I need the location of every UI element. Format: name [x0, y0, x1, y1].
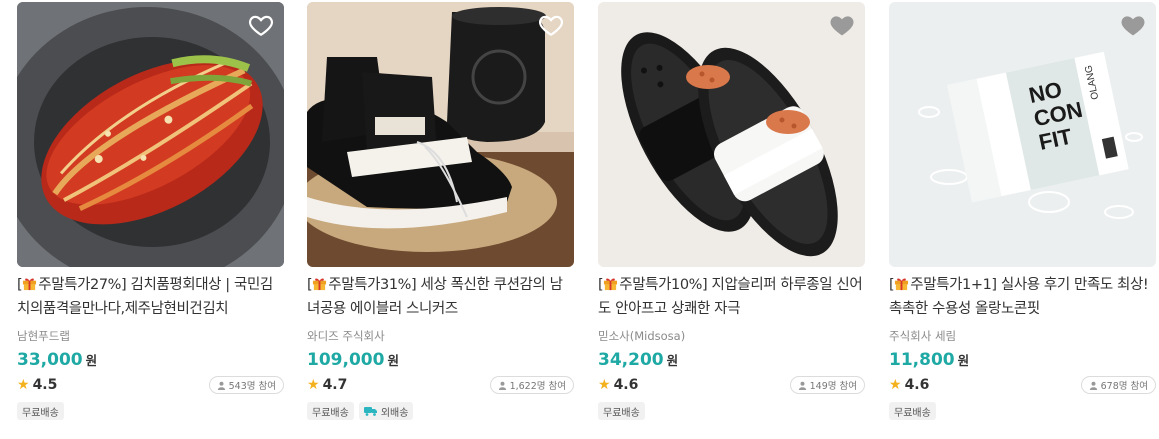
product-image[interactable]: NO CON FIT OLANG: [889, 2, 1156, 267]
product-price: 34,200 원: [598, 350, 678, 370]
product-price: 11,800 원: [889, 350, 969, 370]
star-icon: ★: [17, 377, 30, 393]
product-card[interactable]: NO CON FIT OLANG [주말특가1+1] 실사용 후기 만족도 최상…: [889, 2, 1156, 432]
price-value: 11,800: [889, 350, 955, 370]
currency-label: 원: [957, 353, 970, 368]
free-shipping-tag: 무료배송: [598, 402, 645, 420]
participants-badge: 149명 참여: [789, 376, 865, 394]
free-shipping-tag: 무료배송: [889, 402, 936, 420]
gift-icon: [604, 278, 618, 291]
product-rating: ★ 4.6: [598, 377, 638, 393]
heart-icon[interactable]: [538, 12, 564, 38]
title-badge: 주말특가31%]: [328, 277, 417, 293]
gift-icon: [23, 278, 37, 291]
tag-list: 무료배송: [889, 402, 936, 420]
participants-badge: 678명 참여: [1080, 376, 1156, 394]
gift-icon: [895, 278, 909, 291]
price-value: 33,000: [17, 350, 83, 370]
product-card[interactable]: [주말특가27%] 김치품평회대상 | 국민김치의품격을만나다,제주남현비건김치…: [17, 2, 284, 432]
currency-label: 원: [85, 353, 98, 368]
seller-name[interactable]: 믿소사(Midsosa): [598, 328, 685, 344]
product-rating: ★ 4.5: [17, 377, 57, 393]
product-title[interactable]: [주말특가1+1] 실사용 후기 만족도 최상! 촉촉한 수용성 올랑노콘핏: [889, 273, 1156, 321]
seller-name[interactable]: 주식회사 세림: [889, 328, 956, 344]
truck-icon: [363, 407, 377, 416]
tag-list: 무료배송 외배송: [307, 402, 414, 420]
tag-list: 무료배송: [17, 402, 64, 420]
participants-badge: 543명 참여: [208, 376, 284, 394]
kimchi-image: [17, 2, 284, 267]
person-icon: [798, 381, 806, 390]
currency-label: 원: [387, 353, 399, 368]
star-icon: ★: [889, 377, 902, 393]
person-icon: [498, 381, 506, 390]
tag-list: 무료배송: [598, 402, 645, 420]
product-image[interactable]: [598, 2, 865, 267]
product-title[interactable]: [주말특가27%] 김치품평회대상 | 국민김치의품격을만나다,제주남현비건김치: [17, 273, 284, 321]
product-rating: ★ 4.7: [307, 377, 347, 393]
free-shipping-tag: 무료배송: [307, 402, 354, 420]
title-badge: 주말특가27%]: [38, 277, 127, 293]
title-badge: 주말특가10%]: [619, 277, 708, 293]
currency-label: 원: [666, 353, 679, 368]
heart-icon[interactable]: [829, 12, 855, 38]
gift-icon: [313, 278, 327, 291]
person-icon: [1089, 381, 1097, 390]
product-price: 33,000 원: [17, 350, 97, 370]
participants-count: 149명 참여: [809, 381, 857, 392]
rating-value: 4.6: [613, 377, 639, 393]
heart-icon[interactable]: [1120, 12, 1146, 38]
star-icon: ★: [307, 377, 320, 393]
product-rating: ★ 4.6: [889, 377, 929, 393]
price-value: 34,200: [598, 350, 664, 370]
slipper-image: [598, 2, 865, 267]
participants-count: 678명 참여: [1100, 381, 1148, 392]
product-title[interactable]: [주말특가10%] 지압슬리퍼 하루종일 신어도 안아프고 상쾌한 자극: [598, 273, 865, 321]
product-card[interactable]: [주말특가31%] 세상 폭신한 쿠션감의 남녀공용 에이블러 스니커즈 와디즈…: [307, 2, 574, 432]
seller-name[interactable]: 와디즈 주식회사: [307, 328, 385, 344]
delivery-tag-label: 외배송: [380, 407, 409, 419]
product-card[interactable]: [주말특가10%] 지압슬리퍼 하루종일 신어도 안아프고 상쾌한 자극 믿소사…: [598, 2, 865, 432]
price-value: 109,000: [307, 350, 385, 370]
rating-value: 4.6: [904, 377, 930, 393]
rating-value: 4.7: [322, 377, 348, 393]
participants-count: 543명 참여: [228, 381, 276, 392]
free-shipping-tag: 무료배송: [17, 402, 64, 420]
rating-value: 4.5: [32, 377, 58, 393]
sneaker-image: [307, 2, 574, 267]
cosmetic-image: NO CON FIT OLANG: [889, 2, 1156, 267]
product-image[interactable]: [17, 2, 284, 267]
product-price: 109,000 원: [307, 350, 399, 370]
participants-count: 1,622명 참여: [509, 381, 566, 392]
title-badge: 주말특가1+1]: [910, 277, 997, 293]
participants-badge: 1,622명 참여: [489, 376, 574, 394]
person-icon: [217, 381, 225, 390]
product-image[interactable]: [307, 2, 574, 267]
heart-icon[interactable]: [248, 12, 274, 38]
star-icon: ★: [598, 377, 611, 393]
product-title[interactable]: [주말특가31%] 세상 폭신한 쿠션감의 남녀공용 에이블러 스니커즈: [307, 273, 574, 321]
delivery-tag: 외배송: [358, 402, 414, 420]
product-grid: [주말특가27%] 김치품평회대상 | 국민김치의품격을만나다,제주남현비건김치…: [0, 0, 1159, 439]
seller-name[interactable]: 남현푸드랩: [17, 328, 70, 344]
